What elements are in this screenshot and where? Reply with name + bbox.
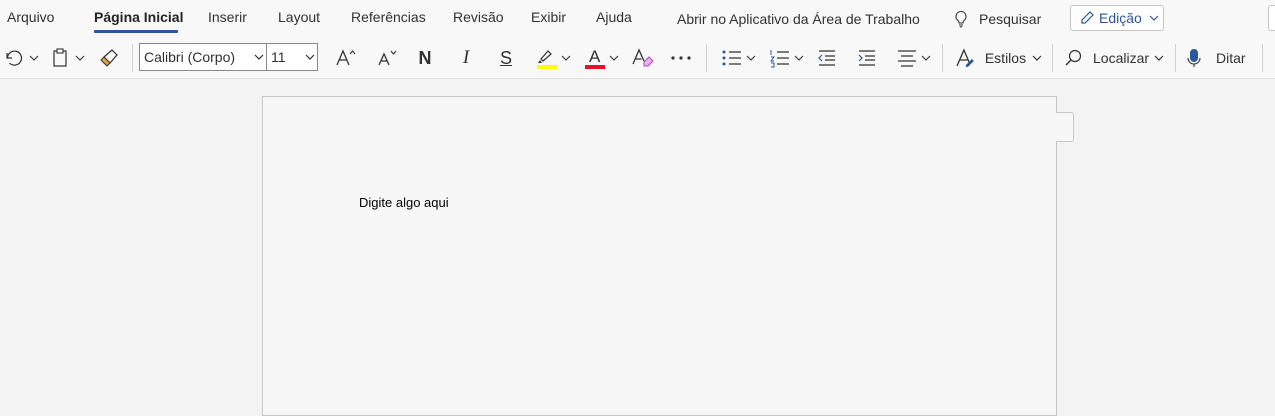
font-family-select[interactable]: Calibri (Corpo) [139, 43, 267, 71]
bold-button[interactable]: N [413, 42, 437, 74]
styles-button[interactable]: Estilos [954, 42, 1042, 74]
bold-icon: N [418, 47, 432, 68]
toolbar: Calibri (Corpo) 11 N I S A Estilos Local… [0, 38, 1275, 78]
tab-exibir[interactable]: Exibir [531, 9, 566, 25]
grow-font-button[interactable] [333, 42, 359, 74]
tab-arquivo[interactable]: Arquivo [7, 9, 54, 25]
pencil-icon [1081, 11, 1094, 24]
font-color-icon: A [585, 47, 619, 69]
tab-pagina-inicial[interactable]: Página Inicial [94, 9, 183, 25]
document-body-text[interactable]: Digite algo aqui [359, 195, 449, 210]
strikethrough-icon: S [499, 47, 512, 68]
align-center-icon [898, 50, 931, 67]
overflow-button[interactable] [1268, 5, 1275, 31]
decrease-indent-icon [818, 50, 835, 66]
numbering-button[interactable] [767, 42, 807, 74]
clipboard-icon [53, 48, 85, 67]
chevron-down-icon [252, 43, 266, 71]
toolbar-separator [1175, 44, 1176, 72]
chevron-down-icon [1154, 55, 1164, 61]
tab-inserir[interactable]: Inserir [208, 9, 247, 25]
microphone-icon [1187, 49, 1201, 67]
font-size-value: 11 [271, 49, 286, 65]
search-icon [1065, 49, 1082, 66]
more-options-button[interactable] [668, 42, 694, 74]
find-button[interactable]: Localizar [1063, 42, 1167, 74]
active-tab-indicator [94, 30, 178, 33]
numbered-list-icon [770, 50, 804, 68]
toolbar-separator [1052, 44, 1053, 72]
styles-label: Estilos [984, 50, 1027, 66]
format-painter-icon [100, 49, 118, 67]
font-family-value: Calibri (Corpo) [144, 49, 236, 65]
toolbar-separator [132, 44, 133, 72]
lightbulb-icon [955, 10, 967, 28]
chevron-down-icon [1032, 55, 1042, 61]
search-label: Pesquisar [979, 11, 1042, 27]
bullets-button[interactable] [719, 42, 759, 74]
shrink-font-button[interactable] [374, 42, 400, 74]
tab-revisao[interactable]: Revisão [453, 9, 504, 25]
ribbon: Arquivo Página Inicial Inserir Layout Re… [0, 0, 1275, 79]
format-painter-button[interactable] [98, 42, 124, 74]
tab-referencias[interactable]: Referências [351, 9, 426, 25]
decrease-indent-button[interactable] [814, 42, 840, 74]
clear-formatting-button[interactable] [630, 42, 656, 74]
chevron-down-icon [1149, 15, 1159, 21]
highlighter-icon [537, 50, 571, 69]
open-desktop-app-link[interactable]: Abrir no Aplicativo da Área de Trabalho [677, 11, 920, 27]
strikethrough-button[interactable]: S [494, 42, 518, 74]
italic-icon: I [462, 47, 470, 68]
editing-mode-button[interactable]: Edição [1070, 5, 1164, 31]
search-button[interactable]: Pesquisar [953, 9, 1041, 29]
undo-icon [6, 50, 39, 66]
svg-text:A: A [589, 47, 601, 66]
grow-font-icon [336, 49, 356, 66]
find-label: Localizar [1093, 50, 1150, 66]
chevron-down-icon [303, 43, 317, 71]
editing-mode-label: Edição [1099, 10, 1142, 26]
paste-button[interactable] [50, 42, 88, 74]
styles-icon [956, 48, 974, 67]
toolbar-separator [942, 44, 943, 72]
clear-formatting-icon [632, 48, 654, 67]
increase-indent-icon [858, 50, 875, 66]
align-button[interactable] [894, 42, 934, 74]
more-icon [671, 56, 691, 60]
font-color-button[interactable]: A [581, 42, 621, 74]
dictate-button[interactable]: Ditar [1186, 42, 1256, 74]
highlight-color-button[interactable] [533, 42, 573, 74]
tab-layout[interactable]: Layout [278, 9, 320, 25]
italic-button[interactable]: I [454, 42, 478, 74]
font-size-select[interactable]: 11 [266, 43, 318, 71]
tab-ajuda[interactable]: Ajuda [596, 9, 632, 25]
increase-indent-button[interactable] [854, 42, 880, 74]
shrink-font-icon [378, 50, 397, 66]
undo-button[interactable] [2, 42, 40, 74]
dictate-label: Ditar [1216, 50, 1246, 66]
page-side-handle[interactable] [1056, 112, 1074, 142]
toolbar-separator [1262, 44, 1263, 72]
ribbon-tabs: Arquivo Página Inicial Inserir Layout Re… [0, 0, 1275, 38]
bullet-list-icon [722, 50, 756, 66]
document-page[interactable] [262, 96, 1057, 416]
toolbar-separator [706, 44, 707, 72]
